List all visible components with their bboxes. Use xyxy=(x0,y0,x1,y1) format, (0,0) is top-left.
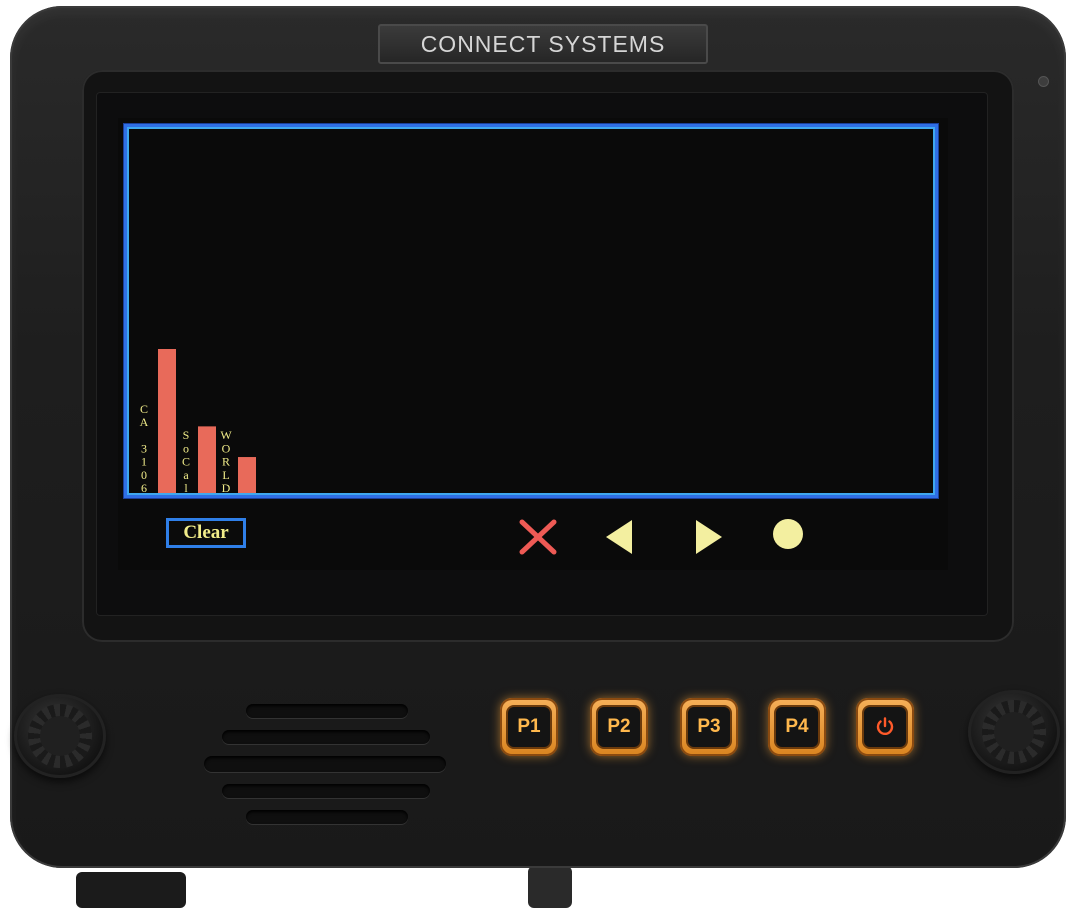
close-icon[interactable] xyxy=(516,514,560,558)
triangle-right-icon[interactable] xyxy=(686,514,730,558)
triangle-left-icon[interactable] xyxy=(598,514,642,558)
cable-left xyxy=(76,872,186,908)
plot-frame xyxy=(124,124,938,498)
cable-center xyxy=(528,866,572,908)
power-button[interactable] xyxy=(856,698,914,756)
p2-button[interactable]: P2 xyxy=(590,698,648,756)
brand-name: CONNECT SYSTEMS xyxy=(420,30,666,57)
p1-button[interactable]: P1 xyxy=(500,698,558,756)
channel-knob[interactable] xyxy=(968,690,1060,774)
p3-button[interactable]: P3 xyxy=(680,698,738,756)
power-icon xyxy=(876,717,894,736)
p1-label: P1 xyxy=(506,705,552,749)
p4-button[interactable]: P4 xyxy=(768,698,826,756)
circle-icon[interactable] xyxy=(766,514,810,558)
light-sensor xyxy=(1038,76,1049,87)
p4-label: P4 xyxy=(774,705,820,749)
p3-label: P3 xyxy=(686,705,732,749)
clear-button[interactable]: Clear xyxy=(166,518,246,548)
brand-plate: CONNECT SYSTEMS xyxy=(378,24,708,64)
volume-knob[interactable] xyxy=(14,694,106,778)
p2-label: P2 xyxy=(596,705,642,749)
